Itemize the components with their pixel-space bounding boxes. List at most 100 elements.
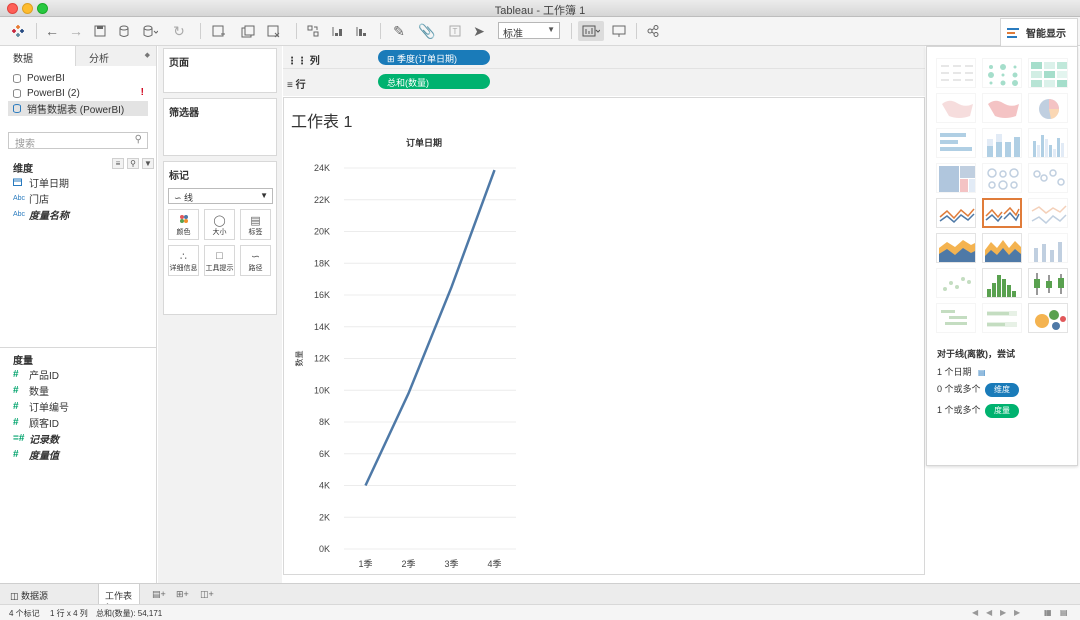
- smart-req-dimensions: 0 个或多个 维度: [937, 382, 1020, 397]
- last-page-icon[interactable]: ▶: [1014, 608, 1020, 617]
- show-cards-icon[interactable]: [578, 21, 604, 41]
- number-type-icon: #: [13, 417, 19, 428]
- database-icon: [13, 74, 21, 83]
- series-line[interactable]: [364, 169, 496, 487]
- columns-shelf[interactable]: ⋮⋮ 列 ⊞ 季度(订单日期): [283, 47, 925, 69]
- group-icon[interactable]: 📎: [416, 21, 438, 41]
- smart-display-panel: 对于线(离散)，尝试 1 个日期 ▤ 0 个或多个 维度 1 个或多个 度量: [926, 46, 1078, 466]
- color-icon: [169, 214, 198, 227]
- tooltip-button[interactable]: □ 工具提示: [204, 245, 235, 276]
- chart-type-packed-bubbles[interactable]: [1028, 303, 1068, 333]
- filmstrip-view-icon[interactable]: ▤: [1060, 608, 1068, 617]
- refresh-icon[interactable]: ↻: [168, 21, 190, 41]
- datasource-item-selected[interactable]: 销售数据表 (PowerBI): [8, 101, 148, 116]
- chart-type-box-whisker[interactable]: [1028, 268, 1068, 298]
- measure-field[interactable]: # 订单编号: [13, 399, 69, 414]
- pin-icon[interactable]: ➤: [470, 21, 488, 41]
- dimension-field[interactable]: 订单日期: [13, 175, 69, 190]
- dimension-field[interactable]: Abc 度量名称: [13, 207, 69, 222]
- chevron-down-icon[interactable]: ▼: [142, 158, 154, 169]
- highlight-icon[interactable]: ✎: [388, 21, 410, 41]
- datasource-menu-icon[interactable]: [139, 21, 161, 41]
- chart-type-continuous-line[interactable]: [936, 198, 976, 228]
- size-label: 大小: [212, 229, 227, 236]
- back-icon[interactable]: ←: [43, 21, 61, 41]
- swap-icon[interactable]: [304, 21, 322, 41]
- label-icon: ▤: [250, 215, 261, 227]
- smart-req-measures: 1 个或多个 度量: [937, 403, 1020, 418]
- sort-ascending-icon[interactable]: [328, 21, 346, 41]
- field-name: 度量名称: [29, 211, 69, 222]
- rows-shelf[interactable]: ≡ 行 总和(数量): [283, 71, 925, 93]
- next-page-icon[interactable]: ▶: [1000, 608, 1006, 617]
- x-tick-label: 2季: [401, 558, 415, 569]
- pages-card-title: 页面: [169, 58, 189, 69]
- marks-card: 标记 ∽ 线 ▼ 颜色 ◯ 大小 ▤ 标签 ∴ 详细信息 □ 工具提示 ∽ 路径: [163, 161, 277, 315]
- tab-datasource[interactable]: ◫ 数据源: [4, 584, 54, 605]
- sort-descending-icon[interactable]: [352, 21, 370, 41]
- fit-select[interactable]: 标准 ▼: [498, 22, 560, 40]
- filters-card[interactable]: 筛选器: [163, 98, 277, 156]
- tableau-logo-icon[interactable]: [8, 21, 28, 41]
- chart-type-pie: [1028, 93, 1068, 123]
- label-icon[interactable]: T: [446, 21, 464, 41]
- share-icon[interactable]: [644, 21, 662, 41]
- y-tick-label: 2K: [319, 512, 330, 522]
- line-chart[interactable]: 0K 2K 4K 6K 8K 10K 12K 14K 16K 18K 20K 22K 24K 1季 2季 3…: [284, 98, 924, 574]
- first-page-icon[interactable]: ◀: [972, 608, 978, 617]
- data-pane-tabs: 数据 分析 ◆: [0, 46, 156, 66]
- new-worksheet-icon[interactable]: ▤+: [146, 584, 172, 605]
- measure-field[interactable]: # 顾客ID: [13, 415, 59, 430]
- list-view-icon[interactable]: ≡: [112, 158, 124, 169]
- forward-icon[interactable]: →: [67, 21, 85, 41]
- columns-pill[interactable]: ⊞ 季度(订单日期): [378, 50, 490, 65]
- clear-sheet-icon[interactable]: [262, 21, 288, 41]
- number-type-icon: #: [13, 385, 19, 396]
- line-mark-icon: ∽: [174, 193, 185, 203]
- measure-field[interactable]: # 产品ID: [13, 367, 59, 382]
- chart-type-discrete-area[interactable]: [982, 233, 1022, 263]
- datasource-item[interactable]: PowerBI (2) !: [0, 86, 156, 101]
- tab-sheet-1[interactable]: 工作表 1: [98, 584, 140, 612]
- rows-pill[interactable]: 总和(数量): [378, 74, 490, 89]
- mark-type-select[interactable]: ∽ 线 ▼: [168, 188, 273, 204]
- new-story-icon[interactable]: ◫+: [194, 584, 220, 605]
- find-field-icon[interactable]: ⚲: [127, 158, 139, 169]
- new-datasource-icon[interactable]: [115, 21, 133, 41]
- size-button[interactable]: ◯ 大小: [204, 209, 235, 240]
- tab-analysis[interactable]: 分析 ◆: [76, 46, 156, 66]
- search-input[interactable]: 搜索 ⚲: [8, 132, 148, 150]
- new-dashboard-icon[interactable]: ⊞+: [170, 584, 195, 605]
- save-icon[interactable]: [91, 21, 109, 41]
- sheet-tabs-bar: ◫ 数据源 工作表 1 ▤+ ⊞+ ◫+: [0, 583, 1080, 612]
- chart-type-symbol-map: [936, 93, 976, 123]
- label-button[interactable]: ▤ 标签: [240, 209, 271, 240]
- measure-field[interactable]: # 数量: [13, 383, 49, 398]
- prev-page-icon[interactable]: ◀: [986, 608, 992, 617]
- new-sheet-icon[interactable]: [208, 21, 230, 41]
- tab-data[interactable]: 数据: [0, 46, 76, 66]
- number-type-icon: #: [13, 449, 19, 460]
- database-icon: [13, 104, 21, 113]
- chart-type-histogram[interactable]: [982, 268, 1022, 298]
- smart-req-date: 1 个日期 ▤: [937, 367, 986, 377]
- dimension-field[interactable]: Abc 门店: [13, 191, 49, 206]
- chart-type-side-by-side-circle: [1028, 163, 1068, 193]
- duplicate-sheet-icon[interactable]: [238, 21, 258, 41]
- pages-card[interactable]: 页面: [163, 48, 277, 93]
- measure-field[interactable]: =# 记录数: [13, 431, 59, 446]
- rows-shelf-label: ≡ 行: [287, 80, 306, 91]
- path-button[interactable]: ∽ 路径: [240, 245, 271, 276]
- chart-type-discrete-line[interactable]: [982, 198, 1022, 228]
- measure-field[interactable]: # 度量值: [13, 447, 59, 462]
- smart-hint-title: 对于线(离散)，尝试: [937, 349, 1015, 359]
- chart-type-continuous-area[interactable]: [936, 233, 976, 263]
- mark-type-value: 线: [184, 193, 194, 203]
- detail-button[interactable]: ∴ 详细信息: [168, 245, 199, 276]
- grid-view-icon[interactable]: ▦: [1044, 608, 1052, 617]
- status-bar: 4 个标记 1 行 x 4 列 总和(数量): 54,171 ◀ ◀ ▶ ▶ ▦…: [0, 604, 1080, 620]
- color-button[interactable]: 颜色: [168, 209, 199, 240]
- presentation-icon[interactable]: [610, 21, 628, 41]
- datasource-item[interactable]: PowerBI: [0, 71, 156, 86]
- smart-display-tab[interactable]: 智能显示: [1000, 18, 1078, 46]
